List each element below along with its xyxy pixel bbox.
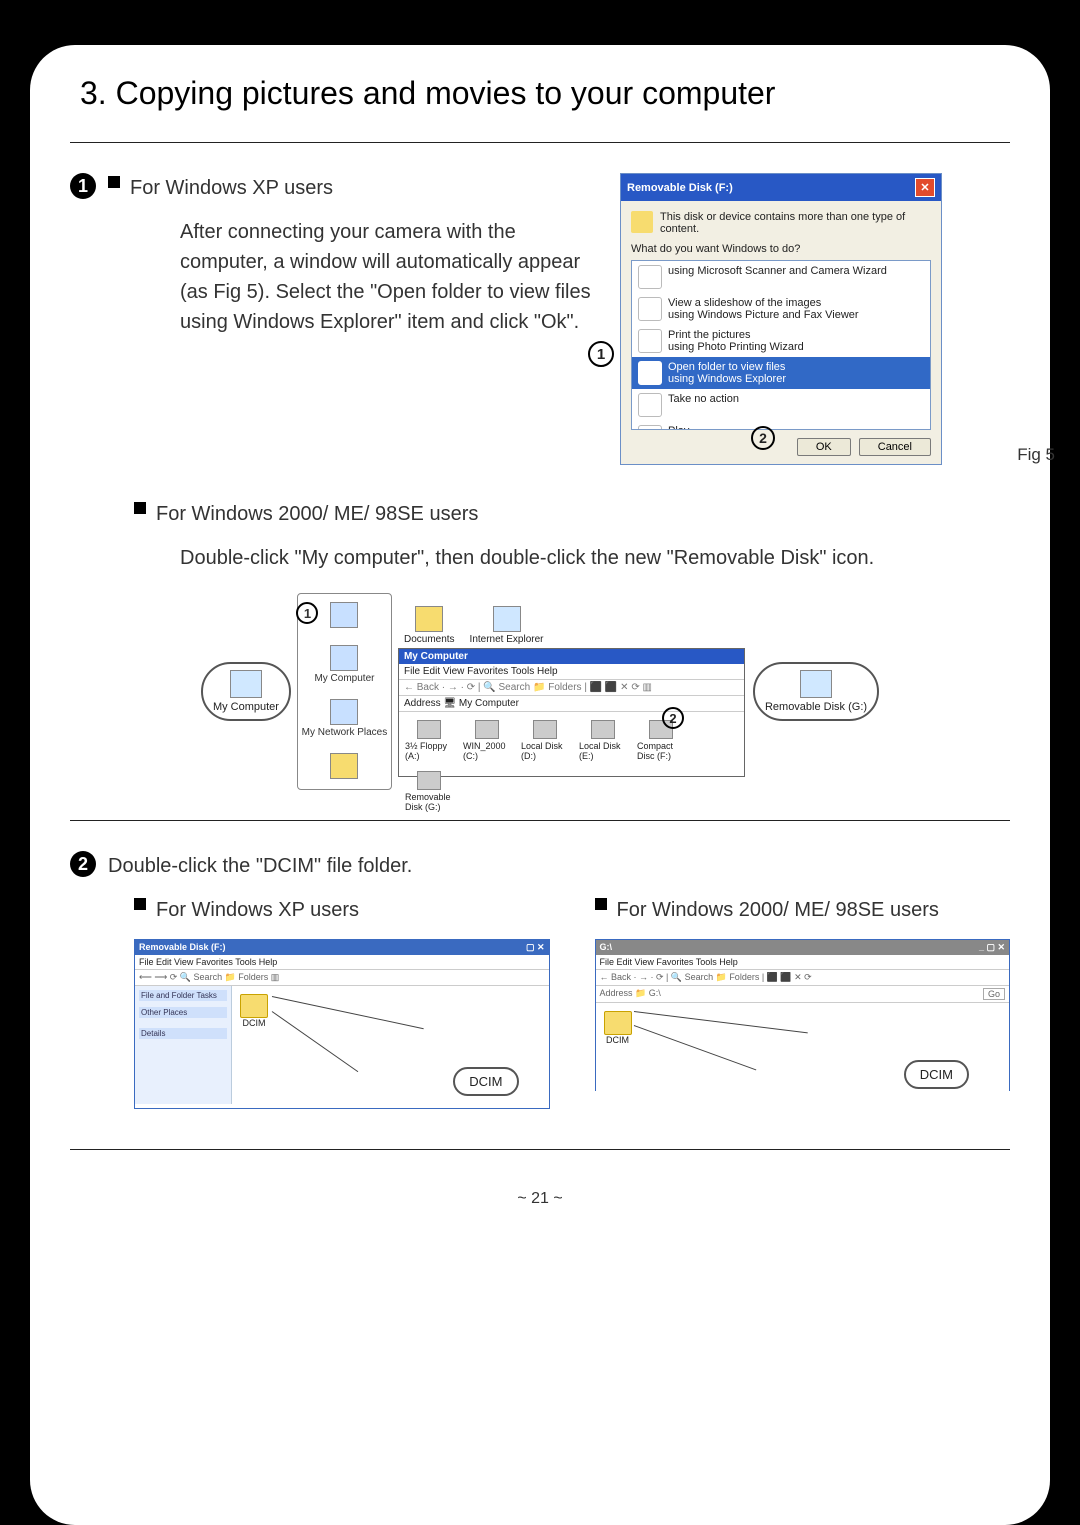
window-toolbar[interactable]: ⟵ ⟶ ⟳ 🔍 Search 📁 Folders ▥ [135, 970, 549, 986]
option-play[interactable]: Play using Windows Media Player [668, 425, 809, 430]
xp-users-heading-2: For Windows XP users [156, 895, 359, 925]
drive-removable[interactable]: Removable Disk (G:) [405, 771, 453, 812]
drive-item[interactable]: Local Disk (E:) [579, 720, 627, 761]
documents-icon [330, 602, 358, 628]
disk-icon [800, 670, 832, 698]
callout-removable-disk: Removable Disk (G:) [753, 662, 879, 721]
older-instructions: Double-click "My computer", then double-… [180, 543, 1010, 573]
drive-item[interactable]: WIN_2000 (C:) [463, 720, 511, 761]
xp-explorer-window: Removable Disk (F:) ▢ ✕ File Edit View Fa… [134, 939, 550, 1109]
drive-item[interactable]: 3½ Floppy (A:) [405, 720, 453, 761]
removable-disk-dialog: Removable Disk (F:) ✕ This disk or devic… [620, 173, 942, 465]
figure-caption: Fig 5 [1017, 445, 1055, 465]
step-number-2: 2 [70, 851, 96, 877]
drive-item[interactable]: Local Disk (D:) [521, 720, 569, 761]
divider [70, 820, 1010, 821]
option-scanner[interactable]: using Microsoft Scanner and Camera Wizar… [668, 265, 887, 277]
bullet-icon [134, 898, 146, 910]
my-computer-illustration: My Computer 1 My Computer My Network Pla… [175, 593, 905, 790]
option-slideshow[interactable]: View a slideshow of the images using Win… [668, 297, 859, 321]
option-no-action[interactable]: Take no action [668, 393, 739, 405]
desktop-label: My Network Places [302, 727, 388, 738]
bullet-icon [595, 898, 607, 910]
folder-label: DCIM [243, 1018, 266, 1028]
window-toolbar[interactable]: ← Back · → · ⟳ | 🔍 Search 📁 Folders | ⬛ … [596, 970, 1010, 986]
older-explorer-window: G:\ _ ▢ ✕ File Edit View Favorites Tools … [595, 939, 1011, 1091]
window-menu[interactable]: File Edit View Favorites Tools Help [135, 955, 549, 970]
divider [70, 142, 1010, 143]
computer-icon [230, 670, 262, 698]
my-computer-window: My Computer File Edit View Favorites Too… [398, 648, 745, 777]
callout-label: Removable Disk (G:) [765, 701, 867, 713]
bullet-icon [134, 502, 146, 514]
address-bar[interactable]: Address 🖥 My Computer [399, 696, 744, 712]
callout-arrow [272, 1011, 359, 1072]
callout-arrow [633, 1011, 807, 1033]
dialog-prompt: What do you want Windows to do? [631, 243, 931, 255]
go-button[interactable]: Go [983, 988, 1005, 1000]
callout-dcim: DCIM [904, 1060, 969, 1089]
ok-button[interactable]: OK [797, 438, 851, 456]
window-controls-icon[interactable]: _ ▢ ✕ [979, 942, 1005, 953]
window-menu[interactable]: File Edit View Favorites Tools Help [596, 955, 1010, 970]
callout-my-computer: My Computer [201, 662, 291, 721]
older-users-heading: For Windows 2000/ ME/ 98SE users [156, 499, 478, 529]
folder-label: DCIM [606, 1035, 629, 1045]
task-pane[interactable]: File and Folder Tasks Other Places Detai… [135, 986, 232, 1104]
documents-icon [415, 606, 443, 632]
desktop-label: My Computer [314, 673, 374, 684]
dialog-titlebar: Removable Disk (F:) ✕ [621, 174, 941, 201]
computer-icon [330, 645, 358, 671]
ie-icon [493, 606, 521, 632]
page-number: ~ 21 ~ [70, 1190, 1010, 1208]
callout-arrow [633, 1025, 756, 1070]
dialog-message: This disk or device contains more than o… [660, 211, 931, 235]
media-icon [631, 211, 653, 233]
cancel-button[interactable]: Cancel [859, 438, 931, 456]
action-list[interactable]: using Microsoft Scanner and Camera Wizar… [631, 260, 931, 430]
divider [70, 1149, 1010, 1150]
window-menu[interactable]: File Edit View Favorites Tools Help [399, 664, 744, 680]
window-controls-icon[interactable]: ▢ ✕ [526, 942, 545, 953]
callout-marker-2b: 2 [662, 707, 684, 729]
network-icon [330, 699, 358, 725]
manual-page: 3. Copying pictures and movies to your c… [30, 45, 1050, 1525]
folder-icon[interactable] [240, 994, 268, 1018]
step2-title: Double-click the "DCIM" file folder. [108, 851, 412, 881]
page-title: 3. Copying pictures and movies to your c… [80, 75, 1010, 112]
address-bar[interactable]: Address 📁 G:\ [600, 988, 661, 1000]
callout-dcim: DCIM [453, 1067, 518, 1096]
xp-users-heading: For Windows XP users [130, 173, 333, 203]
xp-instructions: After connecting your camera with the co… [180, 217, 600, 337]
option-open-folder[interactable]: Open folder to view files using Windows … [668, 361, 786, 385]
folder-icon [330, 753, 358, 779]
window-toolbar[interactable]: ← Back · → · ⟳ | 🔍 Search 📁 Folders | ⬛ … [399, 680, 744, 696]
bullet-icon [108, 176, 120, 188]
callout-label: My Computer [213, 701, 279, 713]
callout-arrow [272, 996, 424, 1029]
older-users-heading-2: For Windows 2000/ ME/ 98SE users [617, 895, 939, 925]
callout-marker-1b: 1 [296, 602, 318, 624]
window-title: Removable Disk (F:) [139, 942, 226, 953]
window-title: G:\ [600, 942, 613, 953]
callout-marker-1: 1 [588, 341, 614, 367]
desktop-icons-box: 1 My Computer My Network Places [297, 593, 392, 790]
option-print[interactable]: Print the pictures using Photo Printing … [668, 329, 804, 353]
step-number-1: 1 [70, 173, 96, 199]
folder-icon[interactable] [604, 1011, 632, 1035]
dialog-title: Removable Disk (F:) [627, 182, 733, 194]
close-icon[interactable]: ✕ [915, 178, 935, 197]
window-titlebar: My Computer [399, 649, 744, 664]
callout-marker-2: 2 [751, 426, 775, 450]
